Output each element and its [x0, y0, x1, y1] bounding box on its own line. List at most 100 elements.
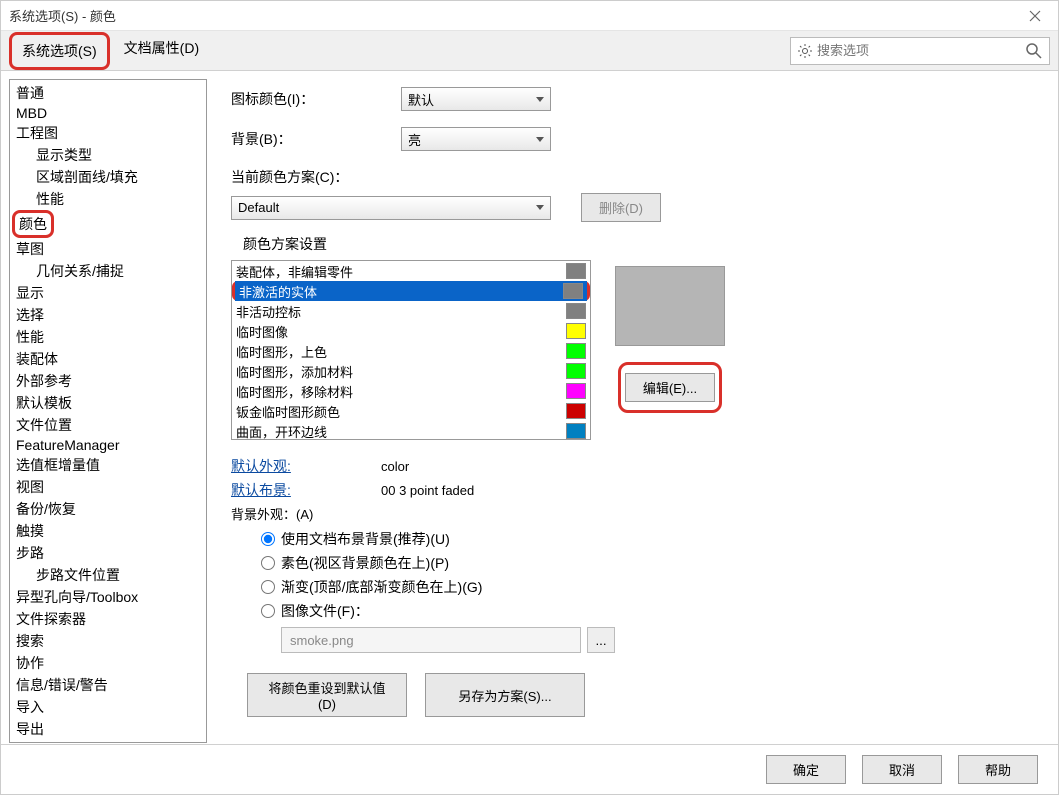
chevron-down-icon: [536, 205, 544, 210]
list-item[interactable]: 非活动控标: [232, 301, 590, 321]
search-box[interactable]: [790, 37, 1050, 65]
content-panel: 图标颜色(I)： 默认 背景(B)： 亮 当前颜色方案(C)： Default: [207, 71, 1058, 744]
list-item-selected[interactable]: 非激活的实体: [232, 281, 590, 301]
edit-color-button[interactable]: 编辑(E)...: [625, 373, 715, 402]
color-swatch: [566, 423, 586, 439]
list-item[interactable]: 临时图形，上色: [232, 341, 590, 361]
list-item[interactable]: 装配体，非编辑零件: [232, 261, 590, 281]
list-item[interactable]: 临时图形，添加材料: [232, 361, 590, 381]
radio-use-doc-scene[interactable]: 使用文档布景背景(推荐)(U): [261, 529, 1034, 549]
tree-item[interactable]: 协作: [12, 652, 204, 674]
radio-gradient[interactable]: 渐变(顶部/底部渐变颜色在上)(G): [261, 577, 1034, 597]
tree-item[interactable]: 信息/错误/警告: [12, 674, 204, 696]
color-swatch: [563, 283, 583, 299]
tree-item[interactable]: 草图: [12, 238, 204, 260]
close-button[interactable]: [1020, 1, 1050, 31]
tree-item[interactable]: 性能: [12, 188, 204, 210]
combo-background[interactable]: 亮: [401, 127, 551, 151]
save-scheme-button[interactable]: 另存为方案(S)...: [425, 673, 585, 717]
tree-item[interactable]: 外部参考: [12, 370, 204, 392]
sidebar-col: 普通MBD工程图显示类型区域剖面线/填充性能颜色草图几何关系/捕捉显示选择性能装…: [1, 71, 207, 744]
label-icon-color: 图标颜色(I)：: [231, 89, 401, 109]
color-swatch: [566, 263, 586, 279]
cancel-button[interactable]: 取消: [862, 755, 942, 784]
ok-button[interactable]: 确定: [766, 755, 846, 784]
browse-button[interactable]: ...: [587, 627, 615, 653]
tree-item[interactable]: 选值框增量值: [12, 454, 204, 476]
search-input[interactable]: [817, 43, 1025, 58]
list-item[interactable]: 临时图形，移除材料: [232, 381, 590, 401]
radio-plain[interactable]: 素色(视区背景颜色在上)(P): [261, 553, 1034, 573]
tree-item[interactable]: 几何关系/捕捉: [12, 260, 204, 282]
toolbar: 系统选项(S) 文档属性(D): [1, 31, 1058, 71]
list-item[interactable]: 非激活的实体: [235, 281, 587, 301]
tree-item[interactable]: 步路文件位置: [12, 564, 204, 586]
combo-scheme[interactable]: Default: [231, 196, 551, 220]
tree-item[interactable]: 搜索: [12, 630, 204, 652]
window-title: 系统选项(S) - 颜色: [9, 6, 1020, 25]
tree-item[interactable]: 显示: [12, 282, 204, 304]
tabs: 系统选项(S) 文档属性(D): [9, 32, 209, 70]
gear-icon: [797, 43, 813, 59]
image-file-input[interactable]: smoke.png: [281, 627, 581, 653]
color-swatch: [566, 323, 586, 339]
main-row: 普通MBD工程图显示类型区域剖面线/填充性能颜色草图几何关系/捕捉显示选择性能装…: [1, 71, 1058, 744]
tree-item[interactable]: 区域剖面线/填充: [12, 166, 204, 188]
delete-button[interactable]: 删除(D): [581, 193, 661, 222]
tree-item[interactable]: 导出: [12, 718, 204, 740]
label-background: 背景(B)：: [231, 129, 401, 149]
color-swatch: [566, 343, 586, 359]
list-item[interactable]: 临时图像: [232, 321, 590, 341]
tree-item[interactable]: 文件探索器: [12, 608, 204, 630]
color-swatch: [566, 363, 586, 379]
tree-item[interactable]: 默认模板: [12, 392, 204, 414]
color-preview: [615, 266, 725, 346]
preview-column: 编辑(E)...: [615, 260, 725, 413]
tree-item[interactable]: 导入: [12, 696, 204, 718]
sidebar: 普通MBD工程图显示类型区域剖面线/填充性能颜色草图几何关系/捕捉显示选择性能装…: [9, 79, 207, 743]
label-scheme-settings: 颜色方案设置: [243, 234, 1034, 254]
bg-appearance-radio-group: 使用文档布景背景(推荐)(U) 素色(视区背景颜色在上)(P) 渐变(顶部/底部…: [261, 529, 1034, 621]
color-swatch: [566, 403, 586, 419]
chevron-down-icon: [536, 137, 544, 142]
chevron-down-icon: [536, 97, 544, 102]
titlebar: 系统选项(S) - 颜色: [1, 1, 1058, 31]
color-swatch: [566, 383, 586, 399]
label-bg-appearance: 背景外观：(A): [231, 504, 381, 523]
color-scheme-listbox[interactable]: 装配体，非编辑零件非激活的实体非活动控标临时图像临时图形，上色临时图形，添加材料…: [231, 260, 591, 440]
edit-highlight: 编辑(E)...: [618, 362, 722, 413]
tree-item[interactable]: 选择: [12, 304, 204, 326]
list-item[interactable]: 曲面，开环边线: [232, 421, 590, 440]
tree-item[interactable]: 装配体: [12, 348, 204, 370]
dialog-footer: 确定 取消 帮助: [1, 744, 1058, 794]
tree-item[interactable]: 显示类型: [12, 144, 204, 166]
radio-image-file[interactable]: 图像文件(F)：: [261, 601, 1034, 621]
tree-item[interactable]: 异型孔向导/Toolbox: [12, 586, 204, 608]
search-icon: [1025, 42, 1043, 60]
tree-item[interactable]: 步路: [12, 542, 204, 564]
tree-item[interactable]: 视图: [12, 476, 204, 498]
tree-item[interactable]: 文件位置: [12, 414, 204, 436]
tree-item[interactable]: 触摸: [12, 520, 204, 542]
options-dialog: 系统选项(S) - 颜色 系统选项(S) 文档属性(D) 普通MBD工程图显示类…: [0, 0, 1059, 795]
tree-item[interactable]: 工程图: [12, 122, 204, 144]
help-button[interactable]: 帮助: [958, 755, 1038, 784]
link-default-layout[interactable]: 默认布景:: [231, 480, 381, 500]
label-current-scheme: 当前颜色方案(C)：: [231, 167, 1034, 187]
tree-item[interactable]: MBD: [12, 104, 204, 122]
tab-document-properties[interactable]: 文档属性(D): [114, 32, 209, 70]
options-tree[interactable]: 普通MBD工程图显示类型区域剖面线/填充性能颜色草图几何关系/捕捉显示选择性能装…: [10, 80, 206, 742]
tab-system-options[interactable]: 系统选项(S): [9, 32, 110, 70]
value-default-appearance: color: [381, 459, 409, 474]
color-swatch: [566, 303, 586, 319]
tree-item[interactable]: FeatureManager: [12, 436, 204, 454]
tree-item[interactable]: 性能: [12, 326, 204, 348]
tree-item[interactable]: 普通: [12, 82, 204, 104]
combo-icon-color[interactable]: 默认: [401, 87, 551, 111]
link-default-appearance[interactable]: 默认外观:: [231, 456, 381, 476]
tree-item[interactable]: 备份/恢复: [12, 498, 204, 520]
list-item[interactable]: 钣金临时图形颜色: [232, 401, 590, 421]
tree-item[interactable]: 颜色: [12, 210, 54, 238]
value-default-layout: 00 3 point faded: [381, 483, 474, 498]
reset-colors-button[interactable]: 将颜色重设到默认值(D): [247, 673, 407, 717]
